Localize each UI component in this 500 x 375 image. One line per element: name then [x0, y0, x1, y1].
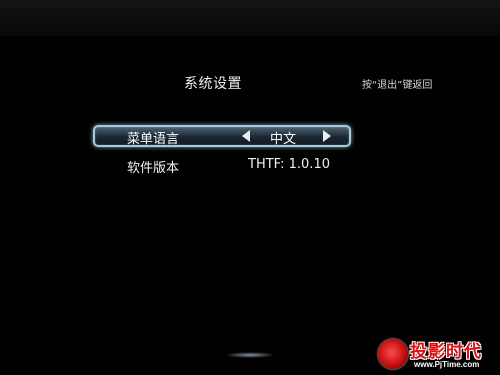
brand-logo-icon — [378, 339, 408, 369]
watermark-logo: 投影时代 www.PjTime.com — [378, 337, 496, 373]
software-version-row: 软件版本 THTF: 1.0.10 — [93, 156, 347, 176]
tv-settings-screen: 系统设置 按“退出”键返回 菜单语言 中文 软件版本 THTF: 1.0.10 … — [0, 0, 500, 375]
power-indicator-glow — [225, 352, 275, 358]
menu-language-row[interactable]: 菜单语言 中文 — [93, 125, 351, 147]
watermark-url: www.PjTime.com — [414, 360, 480, 369]
software-version-value: THTF: 1.0.10 — [248, 157, 330, 172]
software-version-label: 软件版本 — [127, 161, 180, 176]
menu-language-label: 菜单语言 — [127, 132, 180, 147]
menu-language-value: 中文 — [270, 132, 297, 147]
top-bezel — [0, 0, 500, 36]
page-title: 系统设置 — [184, 76, 242, 92]
triangle-left-icon[interactable] — [242, 130, 250, 142]
watermark-brand: 投影时代 — [410, 342, 482, 362]
exit-hint: 按“退出”键返回 — [362, 80, 433, 91]
triangle-right-icon[interactable] — [323, 130, 331, 142]
